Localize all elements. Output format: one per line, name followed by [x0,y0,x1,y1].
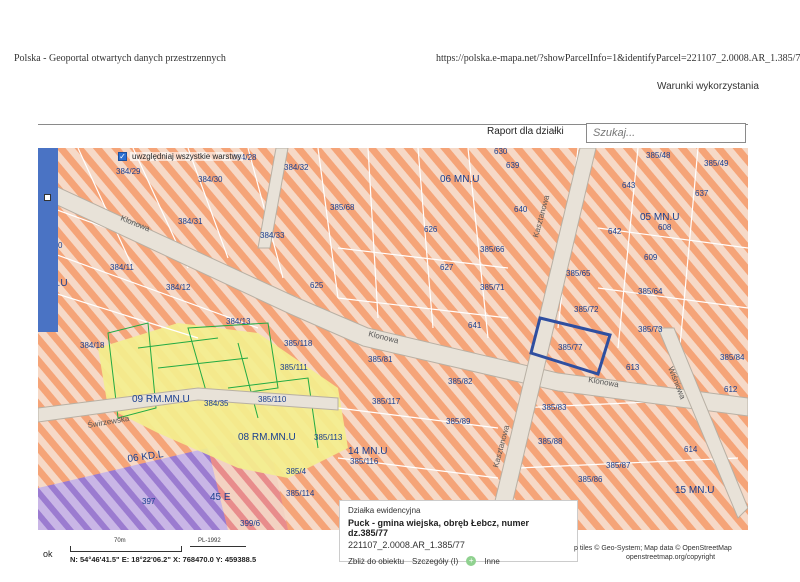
parcel-label: 385/66 [480,245,505,254]
parcel-label: 385/116 [350,457,379,466]
parcel-label: 630 [494,148,508,156]
zone-label-15-mn-u: 15 MN.U [675,485,714,496]
parcel-label-selected: 385/77 [558,343,583,352]
details-link[interactable]: Szczegóły (I) [412,557,458,566]
parcel-label: 643 [622,181,636,190]
parcel-number: 385/77 [360,528,389,538]
zone-label-08-rm-mn-u: 08 RM.MN.U [238,432,296,443]
parcel-label: 626 [424,225,438,234]
parcel-label: 385/113 [314,433,343,442]
parcel-label: 642 [608,227,622,236]
info-panel-actions: Zbliż do obiektu Szczegóły (I) + Inne [348,556,569,566]
parcel-label: 385/68 [330,203,355,212]
parcel-label: 384/33 [260,231,285,240]
all-layers-toggle[interactable]: ✓ uwzględniaj wszystkie warstwy [118,152,244,161]
scale-bar [70,546,182,552]
parcel-label: 384/35 [204,399,229,408]
info-panel-title: Działka ewidencyjna [348,506,421,515]
zone-label-05-mn-u: 05 MN.U [640,212,679,223]
parcel-label: 385/81 [368,355,393,364]
parcel-label: 612 [724,385,738,394]
parcel-label: 397 [142,497,156,506]
scale-label: 70m [114,538,126,544]
parcel-label: 385/73 [638,325,663,334]
parcel-label: 384/12 [166,283,191,292]
parcel-label: 385/49 [704,159,729,168]
parcel-report-link[interactable]: Raport dla działki [487,126,564,137]
parcel-label: 385/71 [480,283,505,292]
parcel-label: 384/29 [116,167,141,176]
parcel-label: 640 [514,205,528,214]
parcel-label: 385/114 [286,489,315,498]
checkbox-checked-icon[interactable]: ✓ [118,152,127,161]
page-url: https://polska.e-mapa.net/?showParcelInf… [436,53,800,64]
parcel-label: 385/86 [578,475,603,484]
terms-link[interactable]: Warunki wykorzystania [657,81,759,92]
zone-label-45-e: 45 E [210,492,231,503]
parcel-label: 399/6 [240,519,261,528]
parcel-label: 384/30 [198,175,223,184]
all-layers-label: uwzględniaj wszystkie warstwy [130,152,244,161]
zoom-to-object-link[interactable]: Zbliż do obiektu [348,557,404,566]
parcel-label: 385/111 [280,363,308,372]
parcel-label: 385/48 [646,151,671,160]
page-title: Polska - Geoportal otwartych danych prze… [14,53,226,64]
other-link[interactable]: Inne [484,557,500,566]
parcel-label: 609 [644,253,658,262]
attribution-line-2[interactable]: openstreetmap.org/copyright [574,553,732,562]
zone-label-14-mn-u: 14 MN.U [348,446,387,457]
parcel-label: 608 [658,223,672,232]
parcel-label: 385/65 [566,269,591,278]
parcel-label: 385/117 [372,397,401,406]
sidebar-toggle-handle[interactable] [44,194,51,201]
parcel-label: 384/18 [80,341,105,350]
cursor-coordinates: N: 54°46'41.5" E: 18°22'06.2" X: 768470.… [70,555,257,564]
parcel-label: 385/88 [538,437,563,446]
parcel-label: 385/82 [448,377,473,386]
parcel-label: 384/13 [226,317,251,326]
search-input[interactable] [586,123,746,143]
parcel-label: 625 [310,281,324,290]
parcel-label: 385/87 [606,461,631,470]
crs-line [190,546,246,547]
attribution-line-1: p tiles © Geo-System; Map data © OpenStr… [574,545,732,552]
zone-label-09-rm-mn-u: 09 RM.MN.U [132,394,190,405]
parcel-label: 384/31 [178,217,203,226]
plus-icon[interactable]: + [466,556,477,566]
parcel-identifier: 221107_2.0008.AR_1.385/77 [348,540,465,550]
parcel-label: 385/72 [574,305,599,314]
zone-label-06-mn-u: 06 MN.U [440,174,479,185]
parcel-label: 627 [440,263,454,272]
parcel-label: 641 [468,321,482,330]
map-view[interactable]: Klonowa Klonowa Klonowa Kasztanowa Kaszt… [38,148,748,530]
parcel-info-panel: Działka ewidencyjna Puck - gmina wiejska… [339,500,578,566]
parcel-label: 385/64 [638,287,663,296]
map-attribution: p tiles © Geo-System; Map data © OpenStr… [574,544,732,562]
parcel-location: Puck - gmina wiejska, obręb Łebcz, numer… [348,518,569,538]
parcel-label: 384/11 [110,263,134,272]
map-sidebar[interactable] [38,148,58,332]
map-canvas[interactable]: Klonowa Klonowa Klonowa Kasztanowa Kaszt… [38,148,748,530]
parcel-label: 613 [626,363,640,372]
parcel-label: 385/110 [258,395,287,404]
parcel-label: 384/32 [284,163,309,172]
parcel-label: 614 [684,445,698,454]
parcel-label: 385/118 [284,339,313,348]
ok-label: ok [43,549,53,559]
parcel-label: 639 [506,161,520,170]
parcel-label: 637 [695,189,709,198]
parcel-label: 385/4 [286,467,307,476]
crs-label: PL-1992 [198,538,221,544]
parcel-label: 385/89 [446,417,471,426]
parcel-label: 385/84 [720,353,745,362]
parcel-label: 385/83 [542,403,567,412]
